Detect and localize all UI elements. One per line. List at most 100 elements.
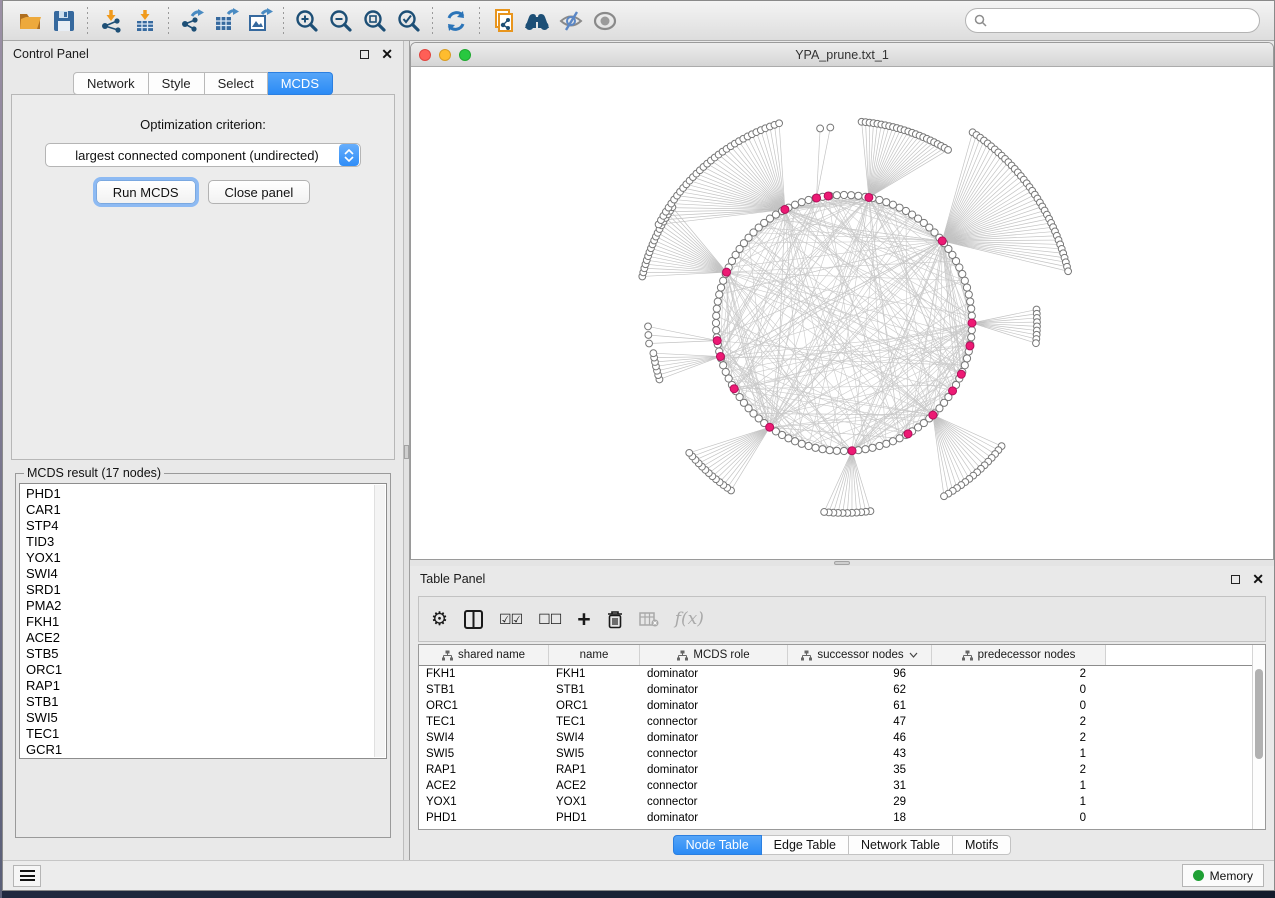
table-row[interactable]: TEC1TEC1connector472 [419, 714, 1252, 730]
table-row[interactable]: SWI5SWI5connector431 [419, 746, 1252, 762]
table-cell[interactable]: ORC1 [549, 698, 640, 714]
table-row[interactable]: ORC1ORC1dominator610 [419, 698, 1252, 714]
table-cell[interactable]: 0 [932, 810, 1106, 826]
add-row-icon[interactable]: + [577, 610, 590, 628]
result-node[interactable]: SRD1 [26, 582, 372, 598]
import-table-icon[interactable] [128, 5, 162, 37]
result-node[interactable]: CAR1 [26, 502, 372, 518]
table-cell[interactable]: 18 [788, 810, 932, 826]
maximize-window-icon[interactable] [459, 49, 471, 61]
table-cell[interactable]: SWI5 [419, 746, 549, 762]
table-cell[interactable]: 0 [932, 698, 1106, 714]
float-panel-icon[interactable] [360, 50, 369, 59]
result-node[interactable]: ACE2 [26, 630, 372, 646]
table-cell[interactable]: FKH1 [419, 666, 549, 682]
table-cell[interactable]: STB1 [549, 682, 640, 698]
tab-node-table[interactable]: Node Table [673, 835, 762, 855]
select-all-icon[interactable]: ☑☑ [499, 611, 522, 628]
table-cell[interactable]: 61 [788, 698, 932, 714]
table-options-gear-icon[interactable]: ⚙ [431, 608, 448, 631]
table-row[interactable]: YOX1YOX1connector291 [419, 794, 1252, 810]
result-node[interactable]: SWI5 [26, 710, 372, 726]
float-panel-icon[interactable] [1231, 575, 1240, 584]
table-cell[interactable]: TEC1 [549, 714, 640, 730]
table-cell[interactable]: ACE2 [419, 778, 549, 794]
table-cell[interactable]: 35 [788, 762, 932, 778]
apply-layout-icon[interactable] [439, 5, 473, 37]
table-cell[interactable]: 2 [932, 762, 1106, 778]
hide-graphics-details-icon[interactable] [554, 5, 588, 37]
export-image-icon[interactable] [243, 5, 277, 37]
open-file-icon[interactable] [13, 5, 47, 37]
table-scrollbar[interactable] [1252, 645, 1265, 829]
result-node[interactable]: TID3 [26, 534, 372, 550]
table-cell[interactable]: 46 [788, 730, 932, 746]
close-window-icon[interactable] [419, 49, 431, 61]
tab-select[interactable]: Select [205, 72, 268, 95]
table-cell[interactable]: 1 [932, 778, 1106, 794]
result-node[interactable]: PMA2 [26, 598, 372, 614]
column-header-predecessor-nodes[interactable]: predecessor nodes [932, 645, 1106, 665]
table-cell[interactable]: 2 [932, 730, 1106, 746]
column-header-successor-nodes[interactable]: successor nodes [788, 645, 932, 665]
table-row[interactable]: PHD1PHD1dominator180 [419, 810, 1252, 826]
table-cell[interactable]: STB1 [419, 682, 549, 698]
deselect-all-icon[interactable]: ☐☐ [538, 611, 561, 628]
result-node[interactable]: TEC1 [26, 726, 372, 742]
tab-mcds[interactable]: MCDS [268, 72, 333, 95]
zoom-selected-icon[interactable] [392, 5, 426, 37]
table-cell[interactable]: dominator [640, 810, 788, 826]
result-node[interactable]: STB5 [26, 646, 372, 662]
table-cell[interactable]: 1 [932, 746, 1106, 762]
table-cell[interactable]: dominator [640, 698, 788, 714]
splitter-grip[interactable] [834, 561, 850, 565]
table-cell[interactable]: SWI4 [549, 730, 640, 746]
close-panel-button[interactable]: Close panel [208, 180, 311, 204]
table-cell[interactable]: PHD1 [549, 810, 640, 826]
table-cell[interactable]: connector [640, 778, 788, 794]
result-node[interactable]: PHD1 [26, 486, 372, 502]
panel-list-button[interactable] [13, 865, 41, 887]
column-header-shared-name[interactable]: shared name [419, 645, 549, 665]
table-cell[interactable]: RAP1 [419, 762, 549, 778]
table-row[interactable]: ACE2ACE2connector311 [419, 778, 1252, 794]
export-network-icon[interactable] [175, 5, 209, 37]
table-cell[interactable]: dominator [640, 762, 788, 778]
tab-edge-table[interactable]: Edge Table [762, 835, 849, 855]
table-row[interactable]: STB1STB1dominator620 [419, 682, 1252, 698]
table-cell[interactable]: 62 [788, 682, 932, 698]
delete-rows-icon[interactable] [607, 610, 623, 629]
show-graphics-details-icon[interactable] [588, 5, 622, 37]
network-window-titlebar[interactable]: YPA_prune.txt_1 [411, 43, 1273, 67]
table-cell[interactable]: FKH1 [549, 666, 640, 682]
table-cell[interactable]: dominator [640, 730, 788, 746]
table-cell[interactable]: SWI4 [419, 730, 549, 746]
criterion-dropdown[interactable]: largest connected component (undirected) [45, 143, 361, 167]
table-cell[interactable]: connector [640, 746, 788, 762]
global-search-box[interactable] [965, 8, 1260, 33]
result-scrollbar[interactable] [374, 485, 385, 757]
mcds-result-list[interactable]: PHD1CAR1STP4TID3YOX1SWI4SRD1PMA2FKH1ACE2… [19, 483, 387, 759]
vertical-splitter[interactable] [403, 41, 410, 860]
table-cell[interactable]: connector [640, 714, 788, 730]
scrollbar-thumb[interactable] [1255, 669, 1263, 759]
table-cell[interactable]: connector [640, 794, 788, 810]
table-cell[interactable]: dominator [640, 682, 788, 698]
table-cell[interactable]: dominator [640, 666, 788, 682]
tab-style[interactable]: Style [149, 72, 205, 95]
close-panel-icon[interactable]: ✕ [381, 47, 393, 61]
zoom-fit-icon[interactable] [358, 5, 392, 37]
tab-motifs[interactable]: Motifs [953, 835, 1011, 855]
table-body[interactable]: FKH1FKH1dominator962STB1STB1dominator620… [419, 666, 1252, 826]
result-node[interactable]: FKH1 [26, 614, 372, 630]
table-cell[interactable]: YOX1 [549, 794, 640, 810]
result-node[interactable]: YOX1 [26, 550, 372, 566]
result-node[interactable]: GCR1 [26, 742, 372, 758]
table-cell[interactable]: YOX1 [419, 794, 549, 810]
table-cell[interactable]: RAP1 [549, 762, 640, 778]
table-row[interactable]: FKH1FKH1dominator962 [419, 666, 1252, 682]
table-row[interactable]: RAP1RAP1dominator352 [419, 762, 1252, 778]
table-cell[interactable]: SWI5 [549, 746, 640, 762]
network-document-icon[interactable] [486, 5, 520, 37]
result-node[interactable]: SWI4 [26, 566, 372, 582]
